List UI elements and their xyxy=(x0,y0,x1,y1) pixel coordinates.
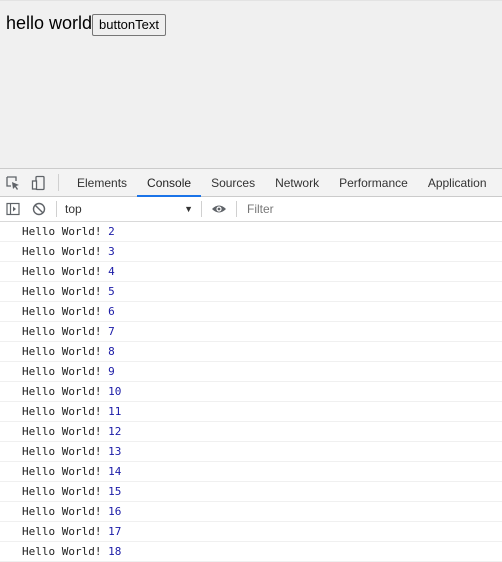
context-selector-value: top xyxy=(65,202,82,216)
console-message: Hello World! 11 xyxy=(0,402,502,422)
tab-network[interactable]: Network xyxy=(265,169,329,196)
console-message-text: Hello World! xyxy=(22,325,102,338)
console-message-number: 14 xyxy=(108,465,122,478)
console-message-number: 12 xyxy=(108,425,122,438)
console-message: Hello World! 15 xyxy=(0,482,502,502)
console-message: Hello World! 2 xyxy=(0,222,502,242)
console-message: Hello World! 5 xyxy=(0,282,502,302)
console-message: Hello World! 4 xyxy=(0,262,502,282)
console-message-text: Hello World! xyxy=(22,525,102,538)
inspect-element-icon[interactable] xyxy=(0,169,26,196)
console-message: Hello World! 8 xyxy=(0,342,502,362)
console-message: Hello World! 17 xyxy=(0,522,502,542)
console-message-text: Hello World! xyxy=(22,465,102,478)
console-message-number: 9 xyxy=(108,365,115,378)
tab-elements[interactable]: Elements xyxy=(67,169,137,196)
console-message: Hello World! 6 xyxy=(0,302,502,322)
console-message-text: Hello World! xyxy=(22,365,102,378)
device-toolbar-icon[interactable] xyxy=(26,169,52,196)
console-message-number: 6 xyxy=(108,305,115,318)
sidebar-toggle-icon[interactable] xyxy=(0,197,26,221)
console-message-text: Hello World! xyxy=(22,405,102,418)
tab-performance[interactable]: Performance xyxy=(329,169,418,196)
console-message-number: 7 xyxy=(108,325,115,338)
page-button[interactable]: buttonText xyxy=(92,14,166,36)
dropdown-arrow-icon: ▼ xyxy=(184,204,193,214)
console-message: Hello World! 7 xyxy=(0,322,502,342)
console-message-number: 16 xyxy=(108,505,122,518)
eye-icon[interactable] xyxy=(206,197,232,221)
console-message-text: Hello World! xyxy=(22,505,102,518)
page-text: hello world xyxy=(6,13,93,33)
console-message-number: 17 xyxy=(108,525,122,538)
console-message-text: Hello World! xyxy=(22,245,102,258)
context-selector[interactable]: top ▼ xyxy=(61,199,197,219)
console-message-text: Hello World! xyxy=(22,305,102,318)
clear-console-icon[interactable] xyxy=(26,197,52,221)
console-message-text: Hello World! xyxy=(22,485,102,498)
console-message: Hello World! 9 xyxy=(0,362,502,382)
console-message-text: Hello World! xyxy=(22,545,102,558)
devtools-tabbar: Elements Console Sources Network Perform… xyxy=(0,169,502,197)
console-message-number: 4 xyxy=(108,265,115,278)
filter-input[interactable] xyxy=(241,201,449,217)
tabbar-divider xyxy=(58,174,59,191)
console-message: Hello World! 10 xyxy=(0,382,502,402)
console-message-number: 18 xyxy=(108,545,122,558)
page-viewport: hello world buttonText xyxy=(0,0,502,168)
tab-application[interactable]: Application xyxy=(418,169,497,196)
console-message-number: 2 xyxy=(108,225,115,238)
tab-console[interactable]: Console xyxy=(137,169,202,197)
toolbar-divider xyxy=(201,201,202,217)
console-message-number: 11 xyxy=(108,405,122,418)
console-message: Hello World! 3 xyxy=(0,242,502,262)
console-message-number: 13 xyxy=(108,445,122,458)
console-message-number: 10 xyxy=(108,385,122,398)
console-message-number: 8 xyxy=(108,345,115,358)
console-message-number: 15 xyxy=(108,485,122,498)
console-message-text: Hello World! xyxy=(22,385,102,398)
console-message-text: Hello World! xyxy=(22,425,102,438)
console-message-text: Hello World! xyxy=(22,445,102,458)
console-message-text: Hello World! xyxy=(22,225,102,238)
console-message: Hello World! 14 xyxy=(0,462,502,482)
console-message-number: 5 xyxy=(108,285,115,298)
console-message: Hello World! 16 xyxy=(0,502,502,522)
console-message-number: 3 xyxy=(108,245,115,258)
console-toolbar: top ▼ xyxy=(0,197,502,222)
tab-sources[interactable]: Sources xyxy=(201,169,265,196)
console-message: Hello World! 18 xyxy=(0,542,502,562)
console-message-text: Hello World! xyxy=(22,265,102,278)
console-message: Hello World! 13 xyxy=(0,442,502,462)
toolbar-divider xyxy=(236,201,237,217)
toolbar-divider xyxy=(56,201,57,217)
console-message-text: Hello World! xyxy=(22,345,102,358)
console-message-text: Hello World! xyxy=(22,285,102,298)
devtools-panel: Elements Console Sources Network Perform… xyxy=(0,168,502,562)
console-message: Hello World! 12 xyxy=(0,422,502,442)
console-log: Hello World! 2 Hello World! 3 Hello World!… xyxy=(0,222,502,562)
